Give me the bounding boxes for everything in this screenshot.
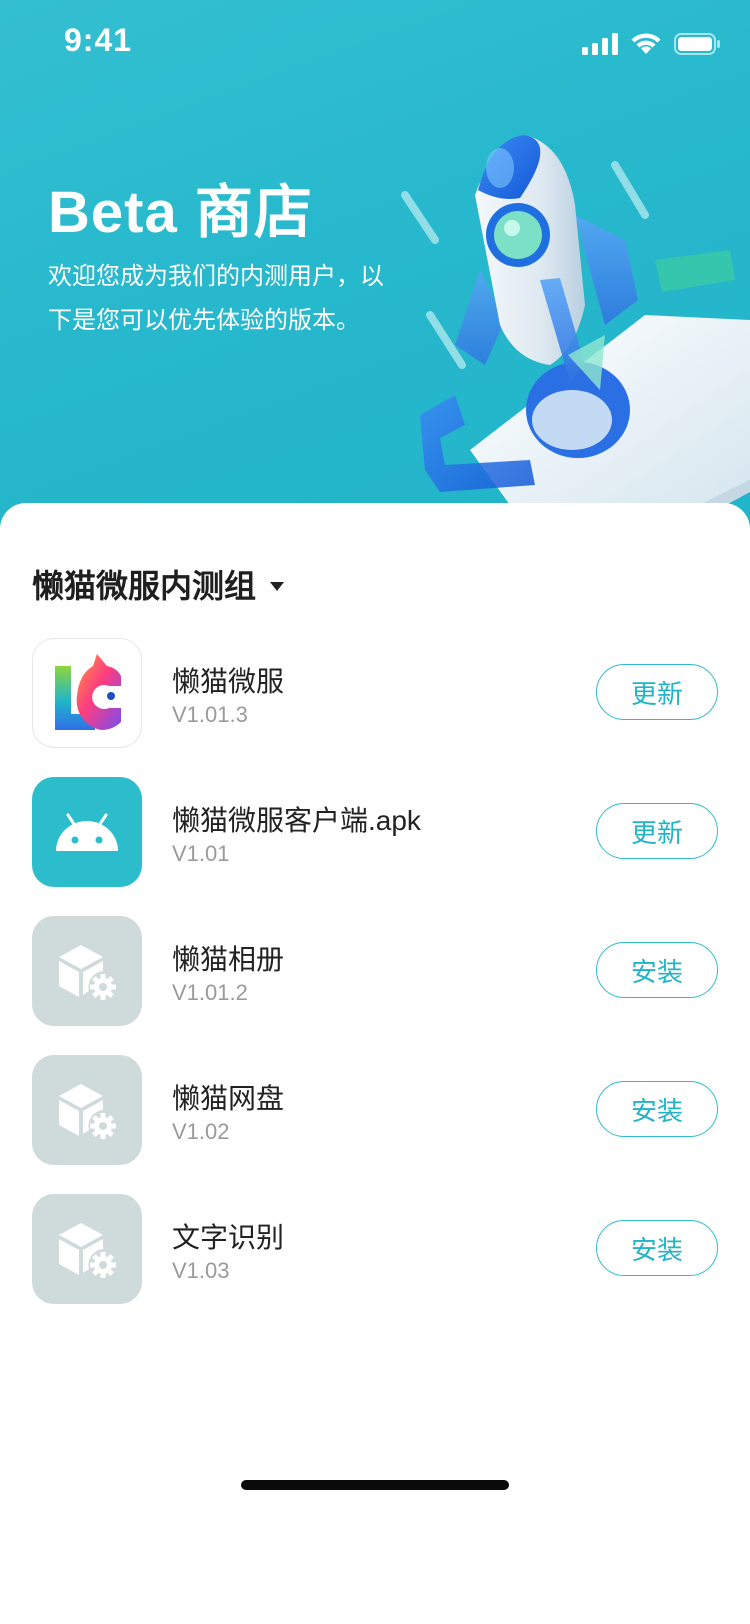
app-name: 文字识别 <box>172 1222 285 1253</box>
list-item: 懒猫相册 V1.01.2 安装 <box>32 916 718 1055</box>
list-item: 懒猫网盘 V1.02 安装 <box>32 1055 718 1194</box>
app-version: V1.02 <box>172 1119 230 1144</box>
android-icon <box>32 777 142 887</box>
home-indicator[interactable] <box>241 1480 509 1490</box>
app-list: 懒猫微服 V1.01.3 更新 懒猫微服客户端.apk V1.01 更新 懒猫相… <box>32 638 718 1333</box>
list-item: 文字识别 V1.03 安装 <box>32 1194 718 1333</box>
signal-icon <box>582 32 618 55</box>
package-gear-icon <box>32 1055 142 1165</box>
rocket-illustration <box>401 135 750 518</box>
group-selector[interactable]: 懒猫微服内测组 <box>32 561 285 607</box>
list-item: 懒猫微服客户端.apk V1.01 更新 <box>32 777 718 916</box>
app-version: V1.01.3 <box>172 702 248 727</box>
app-version: V1.03 <box>172 1258 230 1283</box>
screen: 9:41 Beta 商店 欢迎您成为我们的内测用户，以 下是您可以优先体验的版本… <box>0 0 750 1624</box>
app-version: V1.01 <box>172 841 230 866</box>
app-name: 懒猫微服客户端.apk <box>172 805 421 836</box>
caret-down-icon <box>270 581 285 591</box>
status-icons <box>582 32 720 55</box>
app-version: V1.01.2 <box>172 980 248 1005</box>
welcome-text: 欢迎您成为我们的内测用户，以 下是您可以优先体验的版本。 <box>48 255 398 343</box>
install-button[interactable]: 安装 <box>596 942 718 998</box>
wifi-icon <box>631 33 661 54</box>
app-list-card: 懒猫微服内测组 懒猫微服 V1.01.3 更新 懒猫微服客户端.apk V1.0… <box>0 503 750 1624</box>
update-button[interactable]: 更新 <box>596 664 718 720</box>
install-button[interactable]: 安装 <box>596 1081 718 1137</box>
lc-logo-icon <box>32 638 142 748</box>
package-gear-icon <box>32 1194 142 1304</box>
list-item: 懒猫微服 V1.01.3 更新 <box>32 638 718 777</box>
page-title: Beta 商店 <box>48 180 313 245</box>
update-button[interactable]: 更新 <box>596 803 718 859</box>
battery-icon <box>674 32 720 55</box>
package-gear-icon <box>32 916 142 1026</box>
welcome-line-1: 欢迎您成为我们的内测用户，以 <box>48 263 384 290</box>
group-title: 懒猫微服内测组 <box>32 568 257 604</box>
hero-banner: 9:41 Beta 商店 欢迎您成为我们的内测用户，以 下是您可以优先体验的版本… <box>0 0 750 560</box>
app-name: 懒猫微服 <box>172 666 285 697</box>
status-bar: 9:41 <box>0 0 750 88</box>
install-button[interactable]: 安装 <box>596 1220 718 1276</box>
app-name: 懒猫网盘 <box>172 1083 285 1114</box>
app-name: 懒猫相册 <box>172 944 285 975</box>
status-time: 9:41 <box>64 22 133 58</box>
welcome-line-2: 下是您可以优先体验的版本。 <box>48 307 360 334</box>
